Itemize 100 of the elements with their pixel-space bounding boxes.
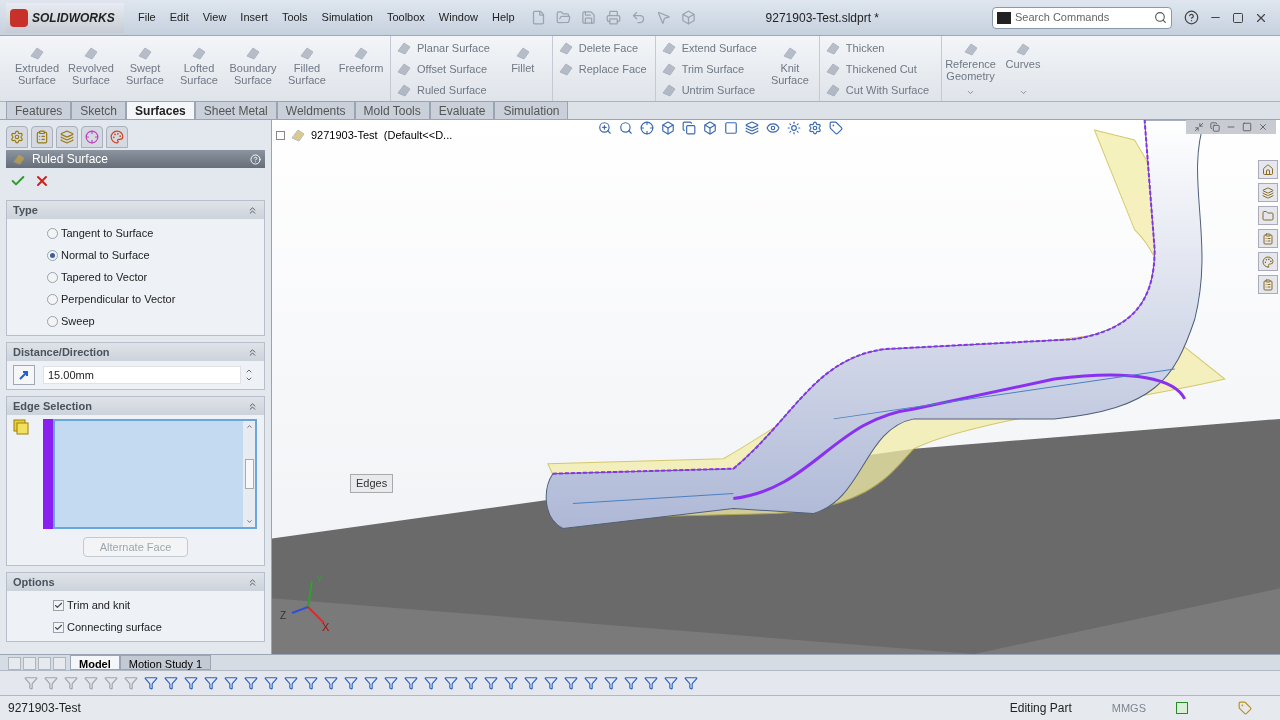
selection-filter-button[interactable]: [344, 676, 358, 690]
selection-filter-button[interactable]: [304, 676, 318, 690]
viewport-window-button[interactable]: [1194, 122, 1204, 132]
ribbon-button[interactable]: Swept Surface: [120, 36, 170, 101]
ribbon-button[interactable]: Delete Face: [556, 39, 651, 57]
selection-filter-button[interactable]: [244, 676, 258, 690]
view-toolbar-button[interactable]: [639, 120, 655, 136]
radio-button[interactable]: [47, 315, 58, 327]
task-pane-button[interactable]: [1258, 275, 1278, 294]
checkbox[interactable]: [53, 621, 64, 633]
section-header[interactable]: Type: [7, 201, 264, 219]
collapse-icon[interactable]: [247, 346, 258, 358]
radio-button[interactable]: [47, 249, 58, 261]
view-toolbar-button[interactable]: [786, 120, 802, 136]
collapse-icon[interactable]: [247, 204, 258, 216]
view-toolbar-button[interactable]: [618, 120, 634, 136]
selection-filter-button[interactable]: [164, 676, 178, 690]
selection-filter-button[interactable]: [144, 676, 158, 690]
section-header[interactable]: Distance/Direction: [7, 343, 264, 361]
ribbon-button[interactable]: Untrim Surface: [659, 81, 761, 99]
selection-filter-button[interactable]: [464, 676, 478, 690]
close-icon[interactable]: [34, 173, 50, 189]
selection-filter-button[interactable]: [644, 676, 658, 690]
ribbon-button[interactable]: Fillet: [497, 36, 548, 101]
selection-filter-button[interactable]: [264, 676, 278, 690]
distance-field[interactable]: 15.00mm: [43, 366, 241, 384]
scroll-up-icon[interactable]: [245, 423, 253, 430]
command-tab[interactable]: Sheet Metal: [194, 101, 277, 119]
ribbon-button[interactable]: Lofted Surface: [174, 36, 224, 101]
menu-item[interactable]: Help: [491, 9, 515, 26]
spin-buttons[interactable]: [245, 367, 253, 383]
selection-filter-button[interactable]: [604, 676, 618, 690]
panel-tab[interactable]: [6, 126, 28, 148]
task-pane-button[interactable]: [1258, 252, 1278, 271]
ribbon-button[interactable]: Thickened Cut: [823, 60, 933, 78]
ribbon-button[interactable]: Extend Surface: [659, 39, 761, 57]
viewport-window-button[interactable]: [1242, 122, 1252, 132]
panel-tab[interactable]: [56, 126, 78, 148]
study-tab[interactable]: Motion Study 1: [119, 655, 212, 670]
ribbon-button[interactable]: Trim Surface: [659, 60, 761, 78]
study-tab[interactable]: Model: [70, 655, 120, 670]
selection-filter-button[interactable]: [184, 676, 198, 690]
maximize-icon[interactable]: [1232, 11, 1244, 24]
ribbon-button[interactable]: Filled Surface: [282, 36, 332, 101]
checkbox[interactable]: [53, 599, 64, 611]
expand-icon[interactable]: [276, 130, 285, 140]
ribbon-button[interactable]: Planar Surface: [395, 39, 494, 57]
view-toolbar-button[interactable]: [702, 120, 718, 136]
command-tab[interactable]: Simulation: [494, 101, 569, 119]
selection-filter-button[interactable]: [544, 676, 558, 690]
panel-tab[interactable]: [106, 126, 128, 148]
radio-option[interactable]: Tapered to Vector: [47, 269, 264, 285]
scrollbar[interactable]: [243, 421, 255, 527]
task-pane-button[interactable]: [1258, 183, 1278, 202]
selection-filter-button[interactable]: [204, 676, 218, 690]
command-tab[interactable]: Surfaces: [126, 101, 195, 119]
edge-selection-list[interactable]: [53, 419, 257, 529]
view-toolbar-button[interactable]: [807, 120, 823, 136]
ribbon-button[interactable]: Extruded Surface: [12, 36, 62, 101]
search-icon[interactable]: [1154, 11, 1167, 24]
radio-button[interactable]: [47, 293, 58, 305]
menu-item[interactable]: Simulation: [321, 9, 373, 26]
view-toolbar-button[interactable]: [660, 120, 676, 136]
view-toolbar-button[interactable]: [765, 120, 781, 136]
selection-filter-button[interactable]: [504, 676, 518, 690]
selection-filter-button[interactable]: [444, 676, 458, 690]
selection-filter-button[interactable]: [524, 676, 538, 690]
view-toolbar-button[interactable]: [681, 120, 697, 136]
menu-item[interactable]: Insert: [240, 9, 268, 26]
view-toolbar-button[interactable]: [744, 120, 760, 136]
section-header[interactable]: Options: [7, 573, 264, 591]
radio-button[interactable]: [47, 227, 58, 239]
ribbon-button[interactable]: Replace Face: [556, 60, 651, 78]
ribbon-button[interactable]: Cut With Surface: [823, 81, 933, 99]
ribbon-button[interactable]: Freeform: [336, 36, 386, 101]
ribbon-button[interactable]: Offset Surface: [395, 60, 494, 78]
command-tab[interactable]: Features: [6, 101, 72, 119]
search-field[interactable]: Search Commands: [992, 6, 1172, 29]
task-pane-button[interactable]: [1258, 160, 1278, 179]
ribbon-button[interactable]: Revolved Surface: [66, 36, 116, 101]
selection-filter-button[interactable]: [684, 676, 698, 690]
command-tab[interactable]: Weldments: [276, 101, 355, 119]
section-header[interactable]: Edge Selection: [7, 397, 264, 415]
view-toolbar-button[interactable]: [828, 120, 844, 136]
panel-tab[interactable]: [81, 126, 103, 148]
command-tab[interactable]: Mold Tools: [354, 101, 430, 119]
radio-option[interactable]: Tangent to Surface: [47, 225, 264, 241]
selection-filter-button[interactable]: [564, 676, 578, 690]
feature-tree-root[interactable]: 9271903-Test (Default<<D...: [311, 126, 453, 144]
command-tab[interactable]: Sketch: [71, 101, 127, 119]
menu-item[interactable]: File: [138, 9, 156, 26]
radio-option[interactable]: Normal to Surface: [47, 247, 264, 263]
menu-item[interactable]: Window: [438, 9, 478, 26]
selection-filter-button[interactable]: [424, 676, 438, 690]
selection-filter-button[interactable]: [584, 676, 598, 690]
ribbon-button[interactable]: Reference Geometry: [941, 36, 999, 101]
task-pane-button[interactable]: [1258, 229, 1278, 248]
viewport-window-button[interactable]: [1258, 122, 1268, 132]
checkbox-option[interactable]: Connecting surface: [53, 619, 264, 635]
selection-filter-button[interactable]: [324, 676, 338, 690]
